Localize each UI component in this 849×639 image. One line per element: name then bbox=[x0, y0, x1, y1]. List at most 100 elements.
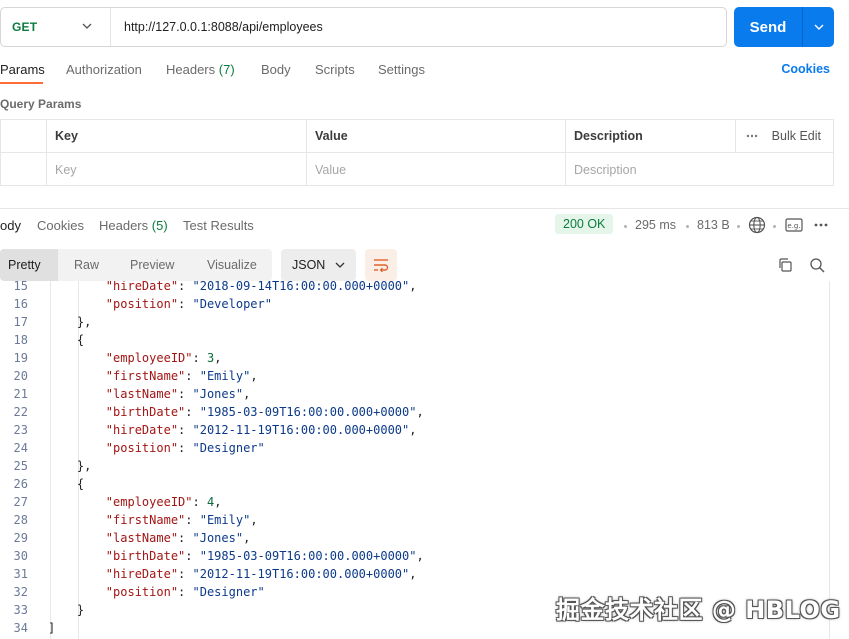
code-text: }, bbox=[48, 313, 91, 331]
code-line: 25 }, bbox=[0, 457, 829, 475]
table-header-row: Key Value Description Bulk Edit bbox=[1, 120, 833, 153]
code-token: ] bbox=[48, 621, 56, 635]
send-dropdown-button[interactable] bbox=[803, 21, 834, 33]
response-size[interactable]: 813 B bbox=[697, 218, 730, 232]
code-token: : bbox=[178, 297, 193, 311]
code-token: "2012-11-19T16:00:00.000+0000" bbox=[192, 567, 410, 581]
tab-settings[interactable]: Settings bbox=[378, 62, 425, 77]
line-number: 34 bbox=[13, 621, 28, 635]
code-token: , bbox=[250, 513, 258, 527]
code-token: }, bbox=[48, 315, 92, 329]
tab-headers[interactable]: Headers (7) bbox=[166, 62, 235, 77]
url-input[interactable]: http://127.0.0.1:8088/api/employees bbox=[111, 8, 726, 46]
status-badge[interactable]: 200 OK bbox=[555, 214, 614, 234]
tab-body[interactable]: Body bbox=[261, 62, 291, 77]
code-token: "employeeID" bbox=[105, 495, 193, 509]
description-input[interactable]: Description bbox=[565, 153, 833, 186]
scrollbar[interactable] bbox=[829, 281, 849, 639]
code-token: { bbox=[48, 477, 85, 491]
send-button[interactable]: Send bbox=[734, 7, 834, 47]
pane-divider[interactable] bbox=[0, 208, 849, 209]
key-column-header: Key bbox=[46, 120, 306, 152]
line-number: 20 bbox=[13, 369, 28, 383]
code-token: : bbox=[185, 405, 200, 419]
code-token: "firstName" bbox=[105, 513, 186, 527]
cookies-link[interactable]: Cookies bbox=[781, 62, 830, 76]
code-token: , bbox=[416, 405, 424, 419]
code-text: "birthDate": "1985-03-09T16:00:00.000+00… bbox=[48, 403, 424, 421]
copy-icon[interactable] bbox=[777, 257, 793, 273]
code-token: : bbox=[178, 387, 193, 401]
code-text: "position": "Developer" bbox=[48, 295, 272, 313]
tab-headers-label: Headers bbox=[166, 62, 216, 77]
code-text: } bbox=[48, 601, 84, 619]
tab-scripts[interactable]: Scripts bbox=[315, 62, 355, 77]
code-token: , bbox=[409, 423, 417, 437]
line-number: 22 bbox=[13, 405, 28, 419]
method-select[interactable]: GET bbox=[1, 8, 111, 46]
chevron-down-icon bbox=[82, 23, 92, 29]
code-token: "Designer" bbox=[192, 441, 265, 455]
line-number: 30 bbox=[13, 549, 28, 563]
code-text: ] bbox=[48, 619, 55, 637]
code-token: : bbox=[185, 369, 200, 383]
response-time[interactable]: 295 ms bbox=[635, 218, 676, 232]
code-token: "Jones" bbox=[192, 387, 244, 401]
code-token: "hireDate" bbox=[105, 423, 179, 437]
view-raw-button[interactable]: Raw bbox=[74, 249, 99, 281]
line-number: 16 bbox=[13, 297, 28, 311]
tab-response-headers[interactable]: Headers (5) bbox=[99, 218, 168, 233]
view-preview-button[interactable]: Preview bbox=[130, 249, 174, 281]
code-token: "Designer" bbox=[192, 585, 265, 599]
view-pretty-button[interactable]: Pretty bbox=[0, 249, 58, 281]
line-number: 19 bbox=[13, 351, 28, 365]
code-token: "position" bbox=[105, 297, 179, 311]
code-token: : bbox=[185, 549, 200, 563]
code-text: "hireDate": "2018-09-14T16:00:00.000+000… bbox=[48, 281, 417, 295]
chevron-down-icon bbox=[814, 24, 823, 30]
search-icon[interactable] bbox=[809, 257, 825, 273]
code-token: "1985-03-09T16:00:00.000+0000" bbox=[199, 549, 417, 563]
send-label: Send bbox=[749, 18, 787, 36]
tab-response-body[interactable]: ody bbox=[0, 218, 21, 233]
code-token: : bbox=[178, 531, 193, 545]
line-number: 17 bbox=[13, 315, 28, 329]
key-input[interactable]: Key bbox=[46, 153, 306, 186]
response-body-viewer[interactable]: 15 "hireDate": "2018-09-14T16:00:00.000+… bbox=[0, 281, 829, 639]
active-tab-indicator bbox=[0, 82, 43, 84]
tab-response-cookies[interactable]: Cookies bbox=[37, 218, 84, 233]
code-token: , bbox=[409, 567, 417, 581]
tab-params[interactable]: Params bbox=[0, 62, 45, 77]
code-token: , bbox=[243, 387, 251, 401]
code-token: }, bbox=[48, 459, 92, 473]
svg-text:e.g.: e.g. bbox=[787, 222, 800, 230]
request-tabs: Params Authorization Headers (7) Body Sc… bbox=[0, 57, 849, 85]
save-example-icon[interactable]: e.g. bbox=[785, 218, 803, 232]
code-line: 21 "lastName": "Jones", bbox=[0, 385, 829, 403]
tab-test-results[interactable]: Test Results bbox=[183, 218, 254, 233]
code-line: 17 }, bbox=[0, 313, 829, 331]
line-number: 27 bbox=[13, 495, 28, 509]
view-visualize-button[interactable]: Visualize bbox=[207, 249, 257, 281]
more-horizontal-icon[interactable] bbox=[814, 223, 828, 227]
bulk-edit-button[interactable]: Bulk Edit bbox=[746, 120, 821, 152]
code-text: { bbox=[48, 331, 84, 349]
code-token: , bbox=[250, 369, 258, 383]
bulk-edit-label: Bulk Edit bbox=[771, 129, 821, 143]
wrap-lines-button[interactable] bbox=[365, 249, 397, 281]
format-select[interactable]: JSON bbox=[281, 249, 356, 281]
value-input[interactable]: Value bbox=[306, 153, 565, 186]
method-label: GET bbox=[12, 20, 38, 34]
code-text: { bbox=[48, 475, 84, 493]
tab-authorization[interactable]: Authorization bbox=[66, 62, 142, 77]
globe-icon[interactable] bbox=[748, 216, 766, 234]
code-line: 22 "birthDate": "1985-03-09T16:00:00.000… bbox=[0, 403, 829, 421]
